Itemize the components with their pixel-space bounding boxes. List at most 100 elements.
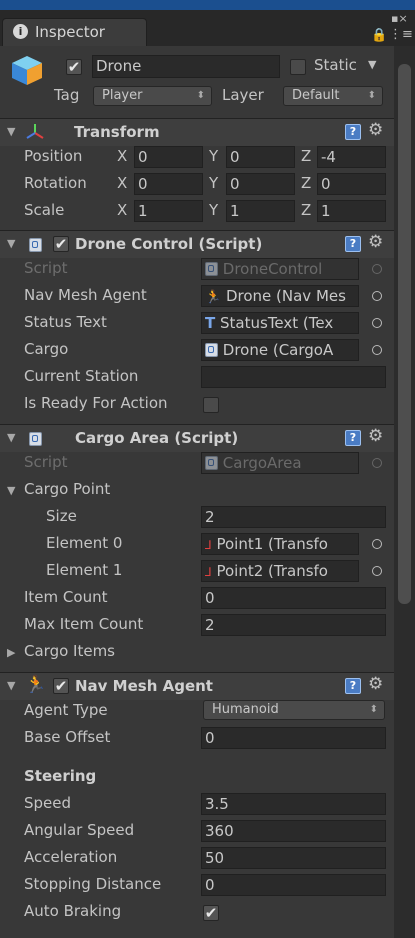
current-station-label: Current Station [24, 367, 139, 385]
transform-axes-icon: ⅃ [205, 565, 212, 579]
gear-icon[interactable]: ⚙ [368, 674, 383, 694]
object-picker-icon[interactable] [372, 345, 382, 355]
max-item-count-label: Max Item Count [24, 615, 144, 633]
script-label: Script [24, 259, 68, 277]
nav-mesh-agent-field[interactable]: 🏃 Drone (Nav Mes [201, 285, 359, 307]
layer-dropdown-value: Default [292, 88, 340, 103]
object-name-field[interactable]: Drone [92, 55, 280, 78]
object-picker-icon [372, 264, 382, 274]
speed-field[interactable]: 3.5 [201, 793, 386, 815]
agent-type-dropdown[interactable]: Humanoid ⬍ [203, 700, 385, 720]
menu-icon[interactable]: ⋮≡ [389, 27, 413, 42]
object-picker-icon[interactable] [372, 291, 382, 301]
lock-icon[interactable]: 🔒 [371, 28, 387, 43]
speed-label: Speed [24, 794, 72, 812]
stopping-distance-label: Stopping Distance [24, 875, 162, 893]
transform-axes-icon: ⅃ [205, 538, 212, 552]
current-station-field[interactable] [201, 366, 386, 388]
scale-y-field[interactable]: 1 [226, 200, 295, 222]
position-label: Position [24, 147, 83, 165]
angular-speed-field[interactable]: 360 [201, 820, 386, 842]
element-0-field[interactable]: ⅃ Point1 (Transfo [201, 533, 359, 555]
object-active-checkbox[interactable]: ✔ [66, 59, 82, 75]
tab-controls: ▪× 🔒 ⋮≡ [367, 12, 413, 46]
axis-y-label: Y [209, 174, 219, 192]
drone-control-header[interactable]: ▼ ✔ Drone Control (Script) ? ⚙ [0, 230, 394, 258]
static-label: Static [314, 56, 357, 74]
script-field-value: DroneControl [222, 260, 323, 278]
base-offset-field[interactable]: 0 [201, 727, 386, 749]
maximize-icon[interactable]: ▪× [391, 12, 408, 25]
layer-dropdown[interactable]: Default ⬍ [283, 86, 383, 106]
tag-dropdown[interactable]: Player ⬍ [93, 86, 212, 106]
static-checkbox[interactable] [290, 59, 306, 75]
vertical-scrollbar[interactable] [394, 46, 415, 938]
acceleration-field[interactable]: 50 [201, 847, 386, 869]
transform-header[interactable]: ▼ Transform ? ⚙ [0, 118, 394, 146]
nav-agent-icon: 🏃 [205, 290, 222, 305]
object-picker-icon[interactable] [372, 539, 382, 549]
gear-icon[interactable]: ⚙ [368, 232, 383, 252]
foldout-expanded-icon[interactable]: ▼ [7, 484, 15, 497]
object-picker-icon[interactable] [372, 318, 382, 328]
cargo-area-header[interactable]: ▼ Cargo Area (Script) ? ⚙ [0, 424, 394, 452]
position-y-field[interactable]: 0 [226, 146, 295, 168]
nav-mesh-agent-field-value: Drone (Nav Mes [225, 287, 346, 305]
help-icon[interactable]: ? [345, 430, 361, 446]
rotation-z-field[interactable]: 0 [317, 173, 386, 195]
base-offset-label: Base Offset [24, 728, 111, 746]
scrollbar-thumb[interactable] [398, 64, 411, 604]
max-item-count-field[interactable]: 2 [201, 614, 386, 636]
status-text-field[interactable]: T StatusText (Tex [201, 312, 359, 334]
foldout-expanded-icon[interactable]: ▼ [7, 125, 15, 138]
script-icon [205, 456, 218, 470]
axis-x-label: X [117, 147, 128, 165]
angular-speed-label: Angular Speed [24, 821, 135, 839]
help-icon[interactable]: ? [345, 236, 361, 252]
rotation-label: Rotation [24, 174, 87, 192]
axis-x-label: X [117, 174, 128, 192]
static-dropdown-arrow-icon[interactable]: ▼ [368, 58, 376, 71]
help-icon[interactable]: ? [345, 678, 361, 694]
element-1-field[interactable]: ⅃ Point2 (Transfo [201, 560, 359, 582]
window-title-bar [0, 0, 415, 10]
object-picker-icon[interactable] [372, 566, 382, 576]
cargo-items-label[interactable]: Cargo Items [24, 642, 115, 660]
element-1-field-value: Point2 (Transfo [216, 562, 328, 580]
agent-type-label: Agent Type [24, 701, 108, 719]
tag-label: Tag [54, 86, 80, 104]
cargo-point-label[interactable]: Cargo Point [24, 480, 110, 498]
cube-icon [12, 56, 42, 85]
rotation-x-field[interactable]: 0 [134, 173, 203, 195]
drone-control-enabled-checkbox[interactable]: ✔ [53, 236, 69, 252]
position-z-field[interactable]: -4 [317, 146, 386, 168]
tab-inspector[interactable]: i Inspector [2, 18, 147, 46]
rotation-y-field[interactable]: 0 [226, 173, 295, 195]
axis-y-label: Y [209, 201, 219, 219]
drone-control-title: Drone Control (Script) [75, 235, 263, 253]
cargo-field[interactable]: Drone (CargoA [201, 339, 359, 361]
script-field: CargoArea [201, 452, 359, 474]
inspector-panel: ✔ Drone Static ▼ Tag Player ⬍ Layer Defau… [0, 46, 394, 938]
scale-z-field[interactable]: 1 [317, 200, 386, 222]
size-label: Size [46, 507, 77, 525]
foldout-expanded-icon[interactable]: ▼ [7, 679, 15, 692]
foldout-expanded-icon[interactable]: ▼ [7, 237, 15, 250]
gear-icon[interactable]: ⚙ [368, 426, 383, 446]
position-x-field[interactable]: 0 [134, 146, 203, 168]
nav-mesh-agent-enabled-checkbox[interactable]: ✔ [53, 678, 69, 694]
item-count-field[interactable]: 0 [201, 587, 386, 609]
is-ready-for-action-label: Is Ready For Action [24, 394, 168, 412]
object-picker-icon [372, 458, 382, 468]
scale-x-field[interactable]: 1 [134, 200, 203, 222]
gear-icon[interactable]: ⚙ [368, 120, 383, 140]
foldout-collapsed-icon[interactable]: ▶ [7, 646, 15, 659]
is-ready-for-action-checkbox[interactable] [203, 397, 219, 413]
size-field[interactable]: 2 [201, 506, 386, 528]
nav-mesh-agent-header[interactable]: ▼ 🏃 ✔ Nav Mesh Agent ? ⚙ [0, 672, 394, 700]
foldout-expanded-icon[interactable]: ▼ [7, 431, 15, 444]
stopping-distance-field[interactable]: 0 [201, 874, 386, 896]
auto-braking-checkbox[interactable]: ✔ [203, 905, 219, 921]
help-icon[interactable]: ? [345, 124, 361, 140]
axis-z-label: Z [301, 174, 312, 192]
